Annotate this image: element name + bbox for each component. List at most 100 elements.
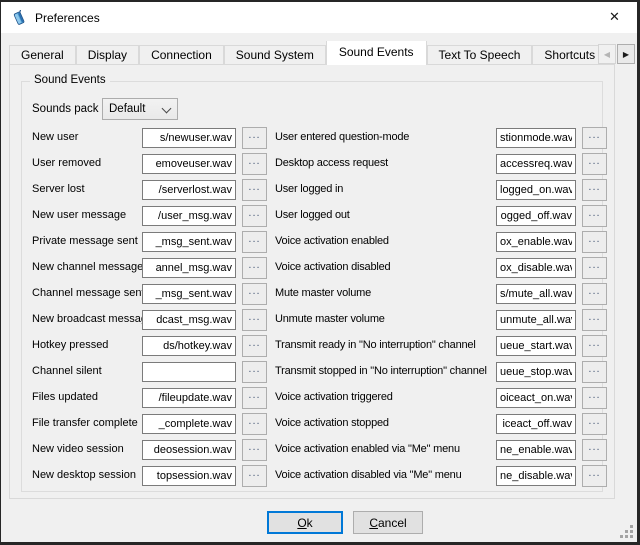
- sound-event-row: New broadcast message...Unmute master vo…: [22, 307, 604, 333]
- sound-file-input[interactable]: [142, 414, 236, 434]
- sound-event-label: New user: [32, 131, 78, 143]
- tab-connection[interactable]: Connection: [139, 45, 224, 65]
- browse-button[interactable]: ...: [582, 231, 607, 253]
- chevron-down-icon: [162, 104, 172, 114]
- sound-file-input[interactable]: [496, 232, 576, 252]
- sound-file-input[interactable]: [142, 440, 236, 460]
- browse-button[interactable]: ...: [582, 153, 607, 175]
- browse-button[interactable]: ...: [242, 361, 267, 383]
- browse-button[interactable]: ...: [582, 335, 607, 357]
- tab-general[interactable]: General: [9, 45, 76, 65]
- browse-button[interactable]: ...: [582, 257, 607, 279]
- tab-scroll-right-button[interactable]: ▶: [617, 44, 635, 64]
- sound-file-input[interactable]: [142, 128, 236, 148]
- sound-file-input[interactable]: [496, 466, 576, 486]
- browse-button[interactable]: ...: [582, 283, 607, 305]
- sound-file-input[interactable]: [496, 258, 576, 278]
- tab-sound-system[interactable]: Sound System: [224, 45, 326, 65]
- tab-display[interactable]: Display: [76, 45, 139, 65]
- sound-file-input[interactable]: [142, 206, 236, 226]
- browse-button[interactable]: ...: [242, 153, 267, 175]
- browse-button[interactable]: ...: [242, 413, 267, 435]
- sound-file-input[interactable]: [142, 388, 236, 408]
- browse-button[interactable]: ...: [582, 361, 607, 383]
- ok-button[interactable]: Ok: [267, 511, 343, 534]
- sound-file-input[interactable]: [496, 414, 576, 434]
- browse-button[interactable]: ...: [242, 127, 267, 149]
- tab-sound-events[interactable]: Sound Events: [326, 41, 427, 65]
- browse-button[interactable]: ...: [242, 465, 267, 487]
- sound-file-input[interactable]: [496, 362, 576, 382]
- sound-event-label: New desktop session: [32, 469, 136, 481]
- sound-file-input[interactable]: [142, 310, 236, 330]
- sound-event-row: Hotkey pressed...Transmit ready in "No i…: [22, 333, 604, 359]
- window-title: Preferences: [35, 11, 100, 25]
- sound-file-input[interactable]: [496, 284, 576, 304]
- sound-file-input[interactable]: [496, 388, 576, 408]
- tab-shortcuts[interactable]: Shortcuts: [532, 45, 598, 65]
- cancel-button[interactable]: Cancel: [353, 511, 423, 534]
- sound-event-label: User logged out: [275, 209, 350, 221]
- sound-event-label: Server lost: [32, 183, 85, 195]
- sound-file-input[interactable]: [496, 336, 576, 356]
- sound-file-input[interactable]: [142, 232, 236, 252]
- browse-button[interactable]: ...: [242, 179, 267, 201]
- sound-event-row: New channel message...Voice activation d…: [22, 255, 604, 281]
- sound-event-label: Voice activation stopped: [275, 417, 389, 429]
- sound-file-input[interactable]: [496, 180, 576, 200]
- resize-grip-icon[interactable]: [620, 525, 634, 539]
- sound-event-row: New video session...Voice activation ena…: [22, 437, 604, 463]
- sound-file-input[interactable]: [142, 180, 236, 200]
- sound-event-row: Channel silent...Transmit stopped in "No…: [22, 359, 604, 385]
- browse-button[interactable]: ...: [242, 283, 267, 305]
- sound-file-input[interactable]: [142, 154, 236, 174]
- sound-event-label: User entered question-mode: [275, 131, 409, 143]
- teamtalk-app-icon: [11, 10, 27, 26]
- sound-event-label: Channel message sent: [32, 287, 145, 299]
- sound-file-input[interactable]: [496, 440, 576, 460]
- browse-button[interactable]: ...: [582, 127, 607, 149]
- browse-button[interactable]: ...: [242, 335, 267, 357]
- sounds-pack-select[interactable]: Default: [102, 98, 178, 120]
- tab-text-to-speech[interactable]: Text To Speech: [427, 45, 533, 65]
- sound-event-row: New desktop session...Voice activation d…: [22, 463, 604, 489]
- browse-button[interactable]: ...: [582, 309, 607, 331]
- tab-scroll-left-button[interactable]: ◀: [598, 44, 616, 64]
- sound-event-row: New user... User entered question-mode...: [22, 125, 604, 151]
- browse-button[interactable]: ...: [242, 439, 267, 461]
- browse-button[interactable]: ...: [582, 465, 607, 487]
- browse-button[interactable]: ...: [582, 387, 607, 409]
- sound-event-row: Channel message sent...Mute master volum…: [22, 281, 604, 307]
- tab-list: GeneralDisplayConnectionSound SystemSoun…: [9, 41, 598, 65]
- sounds-pack-value: Default: [109, 103, 145, 115]
- browse-button[interactable]: ...: [582, 205, 607, 227]
- sound-file-input[interactable]: [142, 284, 236, 304]
- sound-file-input[interactable]: [142, 362, 236, 382]
- browse-button[interactable]: ...: [242, 309, 267, 331]
- browse-button[interactable]: ...: [582, 439, 607, 461]
- browse-button[interactable]: ...: [242, 387, 267, 409]
- sound-events-groupbox: Sound Events Sounds pack Default New use…: [21, 81, 603, 492]
- sound-file-input[interactable]: [142, 336, 236, 356]
- sounds-pack-label: Sounds pack: [32, 103, 99, 115]
- browse-button[interactable]: ...: [582, 413, 607, 435]
- browse-button[interactable]: ...: [242, 257, 267, 279]
- close-button[interactable]: ✕: [592, 2, 637, 33]
- arrow-right-icon: ▶: [623, 50, 629, 59]
- sound-file-input[interactable]: [496, 128, 576, 148]
- sound-event-label: Voice activation enabled: [275, 235, 389, 247]
- tab-bar: GeneralDisplayConnectionSound SystemSoun…: [9, 41, 635, 65]
- sound-file-input[interactable]: [142, 466, 236, 486]
- sound-event-label: Desktop access request: [275, 157, 388, 169]
- sound-event-label: Hotkey pressed: [32, 339, 108, 351]
- sound-file-input[interactable]: [496, 154, 576, 174]
- sound-file-input[interactable]: [496, 206, 576, 226]
- sound-event-label: Transmit stopped in "No interruption" ch…: [275, 365, 487, 377]
- browse-button[interactable]: ...: [582, 179, 607, 201]
- sound-file-input[interactable]: [496, 310, 576, 330]
- browse-button[interactable]: ...: [242, 231, 267, 253]
- sound-rows: New user... User entered question-mode...…: [22, 125, 604, 489]
- sound-event-label: New channel message: [32, 261, 143, 273]
- sound-file-input[interactable]: [142, 258, 236, 278]
- browse-button[interactable]: ...: [242, 205, 267, 227]
